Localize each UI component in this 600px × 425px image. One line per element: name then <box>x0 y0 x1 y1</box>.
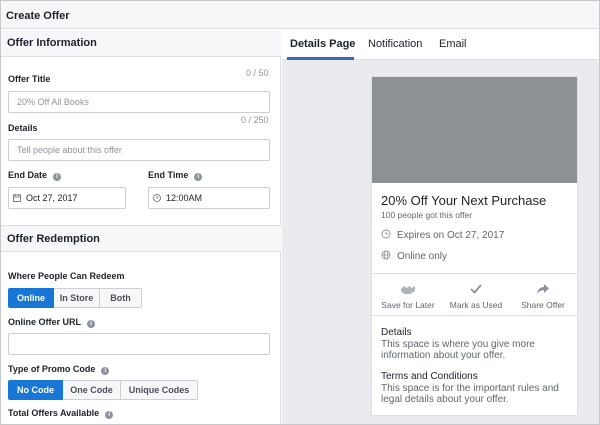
details-counter: 0 / 250 <box>241 115 269 125</box>
one-code-button[interactable]: One Code <box>63 380 121 400</box>
end-time-label: End Time i <box>148 170 203 181</box>
details-input[interactable] <box>8 139 270 161</box>
info-icon[interactable]: i <box>87 320 96 328</box>
end-date-label: End Date i <box>8 170 62 181</box>
offer-form-panel: Offer Information Offer Title 0 / 50 Det… <box>1 30 281 424</box>
offer-expiry-row: Expires on Oct 27, 2017 <box>381 229 504 241</box>
info-icon[interactable]: i <box>194 173 203 181</box>
share-offer-button[interactable]: Share Offer <box>509 283 577 310</box>
offer-title-label: Offer Title <box>8 74 51 84</box>
where-redeem-label: Where People Can Redeem <box>8 271 125 281</box>
offer-title-input[interactable] <box>8 91 270 113</box>
end-date-value: Oct 27, 2017 <box>26 193 78 203</box>
unique-codes-button[interactable]: Unique Codes <box>121 380 198 400</box>
end-time-picker[interactable]: 12:00AM <box>148 187 270 209</box>
promo-code-label: Type of Promo Code i <box>8 364 110 375</box>
promo-code-toggle: No Code One Code Unique Codes <box>8 380 198 400</box>
clock-icon <box>381 229 391 239</box>
details-heading: Details <box>381 327 412 338</box>
tab-notification[interactable]: Notification <box>368 38 422 50</box>
window-title: Create Offer <box>1 1 599 29</box>
share-offer-label: Share Offer <box>521 300 565 310</box>
redeem-in-store-button[interactable]: In Store <box>54 288 100 308</box>
end-time-value: 12:00AM <box>166 193 203 203</box>
online-url-label: Online Offer URL i <box>8 317 96 328</box>
redeem-both-button[interactable]: Both <box>100 288 142 308</box>
offer-redemption-heading: Offer Redemption <box>1 225 281 252</box>
offer-preview-card: 20% Off Your Next Purchase 100 people go… <box>371 76 578 416</box>
details-label: Details <box>8 123 38 133</box>
preview-tabs: Details Page Notification Email <box>282 30 599 60</box>
offer-card-title: 20% Off Your Next Purchase <box>381 193 547 208</box>
redeem-location-toggle: Online In Store Both <box>8 288 142 308</box>
tab-details-page[interactable]: Details Page <box>290 38 355 50</box>
total-offers-label: Total Offers Available i <box>8 408 114 419</box>
end-date-picker[interactable]: Oct 27, 2017 <box>8 187 126 209</box>
offer-title-counter: 0 / 50 <box>246 68 269 78</box>
info-icon[interactable]: i <box>105 411 114 419</box>
offer-location-row: Online only <box>381 250 447 262</box>
offer-card-claimed-count: 100 people got this offer <box>381 210 473 220</box>
mark-as-used-label: Mark as Used <box>449 300 503 310</box>
offer-location-text: Online only <box>397 251 448 262</box>
save-for-later-button[interactable]: Save for Later <box>374 283 442 310</box>
details-description: This space is where you give more inform… <box>381 339 535 361</box>
divider <box>372 315 577 316</box>
terms-heading: Terms and Conditions <box>381 371 478 382</box>
online-url-input[interactable] <box>8 333 270 355</box>
offer-preview-panel: Details Page Notification Email 20% Off … <box>282 30 599 424</box>
info-icon[interactable]: i <box>53 173 62 181</box>
no-code-button[interactable]: No Code <box>8 380 63 400</box>
checkmark-icon <box>470 284 482 294</box>
share-arrow-icon <box>537 284 549 294</box>
terms-description: This space is for the important rules an… <box>381 383 559 405</box>
divider <box>372 273 577 274</box>
active-tab-indicator <box>287 57 354 60</box>
save-for-later-label: Save for Later <box>381 300 435 310</box>
clock-icon <box>153 194 161 202</box>
mark-as-used-button[interactable]: Mark as Used <box>442 283 510 310</box>
globe-icon <box>381 250 391 260</box>
info-icon[interactable]: i <box>101 367 110 375</box>
offer-image-placeholder <box>372 77 577 183</box>
save-offer-icon <box>401 286 415 294</box>
offer-expiry-text: Expires on Oct 27, 2017 <box>397 230 505 241</box>
tab-email[interactable]: Email <box>439 38 467 50</box>
redeem-online-button[interactable]: Online <box>8 288 54 308</box>
create-offer-window: Create Offer Offer Information Offer Tit… <box>0 0 600 425</box>
offer-information-heading: Offer Information <box>1 30 281 57</box>
calendar-icon <box>13 194 21 202</box>
